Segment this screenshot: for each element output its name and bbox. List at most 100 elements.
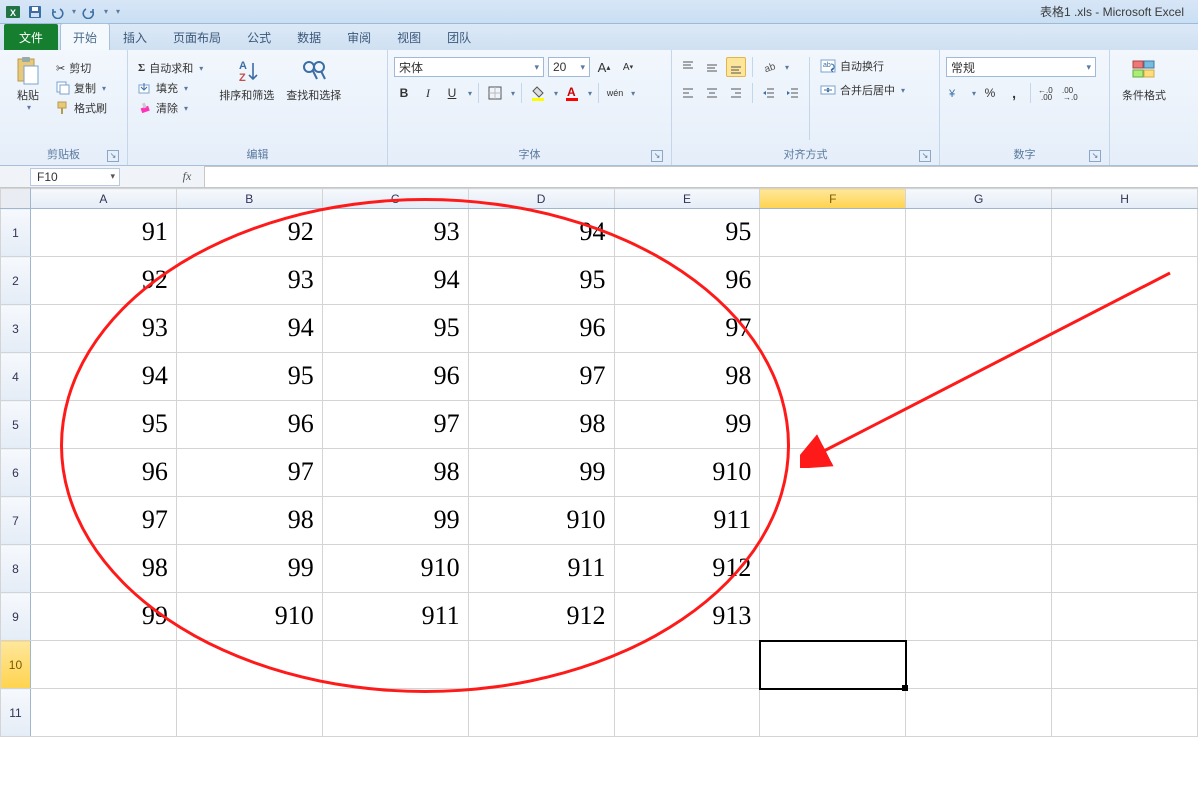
column-header-A[interactable]: A xyxy=(30,189,176,209)
cell-B2[interactable]: 93 xyxy=(176,257,322,305)
cell-B5[interactable]: 96 xyxy=(176,401,322,449)
fx-button[interactable]: fx xyxy=(176,168,198,186)
align-middle-button[interactable] xyxy=(702,57,722,77)
row-header-7[interactable]: 7 xyxy=(1,497,31,545)
cell-F1[interactable] xyxy=(760,209,906,257)
cell-H4[interactable] xyxy=(1052,353,1198,401)
cell-E10[interactable] xyxy=(614,641,760,689)
cell-C7[interactable]: 99 xyxy=(322,497,468,545)
cell-F5[interactable] xyxy=(760,401,906,449)
cell-B10[interactable] xyxy=(176,641,322,689)
cell-G9[interactable] xyxy=(906,593,1052,641)
cell-H1[interactable] xyxy=(1052,209,1198,257)
align-top-button[interactable] xyxy=(678,57,698,77)
column-header-E[interactable]: E xyxy=(614,189,760,209)
cell-A1[interactable]: 91 xyxy=(30,209,176,257)
decrease-font-button[interactable]: A▾ xyxy=(618,57,638,77)
cell-G8[interactable] xyxy=(906,545,1052,593)
cell-E8[interactable]: 912 xyxy=(614,545,760,593)
merge-center-button[interactable]: 合并后居中 ▾ xyxy=(816,81,909,99)
clipboard-launcher[interactable]: ↘ xyxy=(107,150,119,162)
column-header-D[interactable]: D xyxy=(468,189,614,209)
tab-team[interactable]: 团队 xyxy=(434,23,484,50)
cell-D7[interactable]: 910 xyxy=(468,497,614,545)
cell-H10[interactable] xyxy=(1052,641,1198,689)
sort-filter-button[interactable]: AZ 排序和筛选 xyxy=(213,53,280,105)
cell-E1[interactable]: 95 xyxy=(614,209,760,257)
cell-E2[interactable]: 96 xyxy=(614,257,760,305)
comma-button[interactable]: , xyxy=(1004,83,1024,103)
percent-button[interactable]: % xyxy=(980,83,1000,103)
cell-B4[interactable]: 95 xyxy=(176,353,322,401)
paste-button[interactable]: 粘贴 ▾ xyxy=(6,53,50,114)
tab-insert[interactable]: 插入 xyxy=(110,23,160,50)
cell-D6[interactable]: 99 xyxy=(468,449,614,497)
wrap-text-button[interactable]: ab 自动换行 xyxy=(816,57,909,75)
cell-A7[interactable]: 97 xyxy=(30,497,176,545)
align-center-button[interactable] xyxy=(702,83,722,103)
row-header-2[interactable]: 2 xyxy=(1,257,31,305)
cell-D4[interactable]: 97 xyxy=(468,353,614,401)
cell-F4[interactable] xyxy=(760,353,906,401)
cell-B1[interactable]: 92 xyxy=(176,209,322,257)
row-header-9[interactable]: 9 xyxy=(1,593,31,641)
cell-G10[interactable] xyxy=(906,641,1052,689)
cell-H2[interactable] xyxy=(1052,257,1198,305)
cell-B6[interactable]: 97 xyxy=(176,449,322,497)
font-size-combo[interactable]: 20▾ xyxy=(548,57,590,77)
excel-icon[interactable]: X xyxy=(4,3,22,21)
cell-H9[interactable] xyxy=(1052,593,1198,641)
formula-input[interactable] xyxy=(204,166,1198,187)
increase-font-button[interactable]: A▴ xyxy=(594,57,614,77)
cell-G11[interactable] xyxy=(906,689,1052,737)
cell-D11[interactable] xyxy=(468,689,614,737)
cell-C11[interactable] xyxy=(322,689,468,737)
row-header-5[interactable]: 5 xyxy=(1,401,31,449)
cell-C3[interactable]: 95 xyxy=(322,305,468,353)
cell-A8[interactable]: 98 xyxy=(30,545,176,593)
font-launcher[interactable]: ↘ xyxy=(651,150,663,162)
number-launcher[interactable]: ↘ xyxy=(1089,150,1101,162)
paste-dropdown[interactable]: ▾ xyxy=(27,103,31,112)
name-box-dropdown[interactable]: ▾ xyxy=(110,171,115,182)
save-icon[interactable] xyxy=(26,3,44,21)
cell-D2[interactable]: 95 xyxy=(468,257,614,305)
italic-button[interactable]: I xyxy=(418,83,438,103)
cell-C8[interactable]: 910 xyxy=(322,545,468,593)
tab-review[interactable]: 审阅 xyxy=(334,23,384,50)
select-all-cell[interactable] xyxy=(1,189,31,209)
cell-H3[interactable] xyxy=(1052,305,1198,353)
cell-C4[interactable]: 96 xyxy=(322,353,468,401)
cell-H7[interactable] xyxy=(1052,497,1198,545)
cell-G5[interactable] xyxy=(906,401,1052,449)
cell-B7[interactable]: 98 xyxy=(176,497,322,545)
cell-H5[interactable] xyxy=(1052,401,1198,449)
cell-E9[interactable]: 913 xyxy=(614,593,760,641)
conditional-formatting-button[interactable]: 条件格式 xyxy=(1116,53,1172,105)
accounting-format-button[interactable]: ¥ xyxy=(946,83,966,103)
increase-indent-button[interactable] xyxy=(783,83,803,103)
cell-F8[interactable] xyxy=(760,545,906,593)
increase-decimal-button[interactable]: ←.0.00 xyxy=(1037,83,1057,103)
cell-G6[interactable] xyxy=(906,449,1052,497)
row-header-11[interactable]: 11 xyxy=(1,689,31,737)
cell-F11[interactable] xyxy=(760,689,906,737)
cut-button[interactable]: ✂ 剪切 xyxy=(52,59,111,77)
format-painter-button[interactable]: 格式刷 xyxy=(52,99,111,117)
cell-E11[interactable] xyxy=(614,689,760,737)
cell-E4[interactable]: 98 xyxy=(614,353,760,401)
cell-G7[interactable] xyxy=(906,497,1052,545)
row-header-1[interactable]: 1 xyxy=(1,209,31,257)
cell-A3[interactable]: 93 xyxy=(30,305,176,353)
fill-color-button[interactable] xyxy=(528,83,548,103)
column-header-H[interactable]: H xyxy=(1052,189,1198,209)
phonetic-button[interactable]: wén xyxy=(605,83,625,103)
cell-A6[interactable]: 96 xyxy=(30,449,176,497)
cell-B9[interactable]: 910 xyxy=(176,593,322,641)
cell-G2[interactable] xyxy=(906,257,1052,305)
cell-D5[interactable]: 98 xyxy=(468,401,614,449)
fill-button[interactable]: 填充 ▾ xyxy=(134,79,207,97)
cell-G3[interactable] xyxy=(906,305,1052,353)
number-format-combo[interactable]: 常规▾ xyxy=(946,57,1096,77)
cell-F3[interactable] xyxy=(760,305,906,353)
